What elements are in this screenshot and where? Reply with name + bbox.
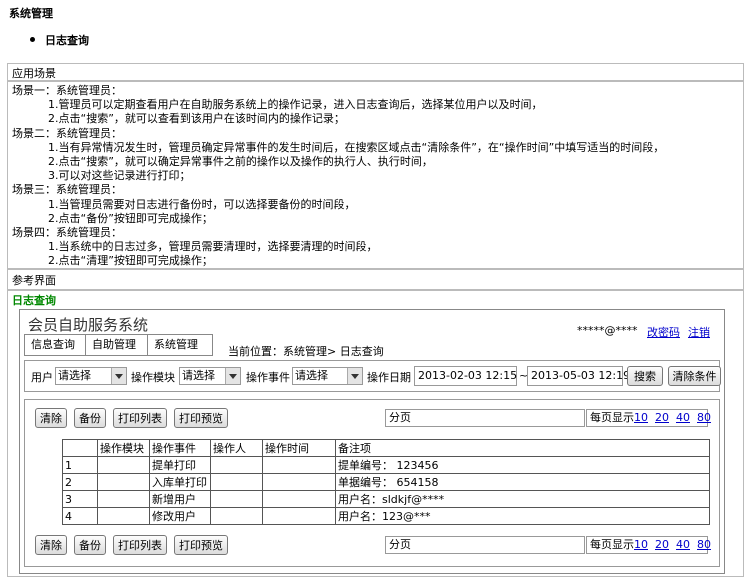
- per-page-20[interactable]: 20: [655, 411, 669, 424]
- tab-info-query[interactable]: 信息查询: [27, 335, 79, 355]
- table-cell: 新增用户: [149, 490, 211, 508]
- user-select-value: 请选择: [58, 369, 91, 382]
- table-cell: [262, 490, 336, 508]
- table-cell: [262, 456, 336, 474]
- header-cell: [62, 439, 98, 457]
- header-cell: 操作时间: [262, 439, 336, 457]
- module-select[interactable]: 请选择: [179, 367, 241, 385]
- table-row[interactable]: 4 修改用户 用户名：123@***: [62, 507, 710, 525]
- print-preview-button-bottom[interactable]: 打印预览: [174, 535, 228, 555]
- clear-button-bottom[interactable]: 清除: [35, 535, 67, 555]
- backup-button-bottom[interactable]: 备份: [74, 535, 106, 555]
- table-cell: 3: [62, 490, 98, 508]
- tab-divider: [147, 335, 148, 355]
- section-title: 系统管理: [9, 7, 53, 20]
- backup-button[interactable]: 备份: [74, 408, 106, 428]
- table-row[interactable]: 1 提单打印 提单编号： 123456: [62, 456, 710, 474]
- change-password-link[interactable]: 改密码: [647, 324, 680, 340]
- table-cell: [262, 507, 336, 525]
- per-page-20[interactable]: 20: [655, 538, 669, 551]
- list-area: 清除 备份 打印列表 打印预览 分页 每页显示10 20 40 80 操作模块 …: [24, 399, 720, 567]
- nav-tabs: 信息查询 自助管理 系统管理: [24, 334, 213, 356]
- module-label: 操作模块: [131, 371, 175, 384]
- per-page-box: 每页显示10 20 40 80: [586, 409, 711, 427]
- paging-box-bottom: 分页: [385, 536, 585, 554]
- log-table: 操作模块 操作事件 操作人 操作时间 备注项 1 提单打印 提单编号： 123456…: [62, 439, 710, 525]
- table-cell: 入库单打印: [149, 473, 211, 491]
- ref-header-box: 参考界面: [7, 268, 744, 291]
- ref-header: 参考界面: [12, 274, 56, 287]
- event-select[interactable]: 请选择: [292, 367, 363, 385]
- table-cell: 用户名：123@***: [335, 507, 710, 525]
- header-cell: 备注项: [335, 439, 710, 457]
- app-title: 会员自助服务系统: [28, 316, 149, 334]
- table-cell: [97, 456, 150, 474]
- table-cell: [210, 473, 263, 491]
- per-page-label: 每页显示: [590, 411, 634, 424]
- chevron-down-icon: [111, 368, 126, 384]
- clear-conditions-button[interactable]: 清除条件: [668, 366, 721, 386]
- table-cell: [97, 473, 150, 491]
- bullet-item: 日志查询: [45, 34, 89, 47]
- search-button[interactable]: 搜索: [627, 366, 663, 386]
- per-page-box-bottom: 每页显示10 20 40 80: [586, 536, 711, 554]
- filter-bar: 用户 请选择 操作模块 请选择 操作事件 请选择 操作日期 2013-02-03…: [24, 360, 721, 392]
- table-cell: 4: [62, 507, 98, 525]
- print-list-button[interactable]: 打印列表: [113, 408, 167, 428]
- table-header-row: 操作模块 操作事件 操作人 操作时间 备注项: [62, 439, 710, 457]
- table-cell: [210, 490, 263, 508]
- table-cell: 提单编号： 123456: [335, 456, 710, 474]
- table-cell: 2: [62, 473, 98, 491]
- header-cell: 操作人: [210, 439, 263, 457]
- chevron-down-icon: [347, 368, 362, 384]
- tab-divider: [85, 335, 86, 355]
- app-window: 会员自助服务系统 *****@**** 改密码 注销 信息查询 自助管理 系统管…: [19, 309, 725, 574]
- scenario-line: 2.点击“清理”按钮即可完成操作；: [48, 254, 213, 268]
- logout-link[interactable]: 注销: [688, 324, 710, 340]
- per-page-10[interactable]: 10: [634, 538, 648, 551]
- per-page-80[interactable]: 80: [697, 411, 711, 424]
- per-page-80[interactable]: 80: [697, 538, 711, 551]
- green-title: 日志查询: [12, 294, 56, 307]
- chevron-down-icon: [225, 368, 240, 384]
- date-to-input[interactable]: 2013-05-03 12:19: [527, 366, 630, 386]
- table-cell: [210, 507, 263, 525]
- table-cell: 1: [62, 456, 98, 474]
- print-list-button-bottom[interactable]: 打印列表: [113, 535, 167, 555]
- table-cell: 提单打印: [149, 456, 211, 474]
- paging-box: 分页: [385, 409, 585, 427]
- tab-system-manage[interactable]: 系统管理: [150, 335, 202, 355]
- per-page-10[interactable]: 10: [634, 411, 648, 424]
- table-cell: 修改用户: [149, 507, 211, 525]
- table-row[interactable]: 3 新增用户 用户名：sldkjf@****: [62, 490, 710, 508]
- per-page-40[interactable]: 40: [676, 538, 690, 551]
- date-label: 操作日期: [367, 371, 411, 384]
- event-select-value: 请选择: [295, 369, 328, 382]
- table-row[interactable]: 2 入库单打印 单据编号： 654158: [62, 473, 710, 491]
- table-cell: [97, 490, 150, 508]
- header-cell: 操作事件: [149, 439, 211, 457]
- per-page-40[interactable]: 40: [676, 411, 690, 424]
- user-label: 用户: [31, 371, 53, 384]
- table-cell: [97, 507, 150, 525]
- scenario-header: 应用场景: [12, 67, 56, 80]
- table-cell: [210, 456, 263, 474]
- breadcrumb: 当前位置：系统管理> 日志查询: [228, 345, 384, 358]
- table-cell: 用户名：sldkjf@****: [335, 490, 710, 508]
- module-select-value: 请选择: [182, 369, 215, 382]
- per-page-label: 每页显示: [590, 538, 634, 551]
- print-preview-button[interactable]: 打印预览: [174, 408, 228, 428]
- event-label: 操作事件: [246, 371, 290, 384]
- clear-button[interactable]: 清除: [35, 408, 67, 428]
- tab-self-manage[interactable]: 自助管理: [88, 335, 140, 355]
- date-from-input[interactable]: 2013-02-03 12:15: [414, 366, 517, 386]
- bullet-icon: [30, 37, 35, 42]
- table-cell: [262, 473, 336, 491]
- table-cell: 单据编号： 654158: [335, 473, 710, 491]
- header-cell: 操作模块: [97, 439, 150, 457]
- user-name: *****@****: [577, 324, 638, 337]
- user-select[interactable]: 请选择: [55, 367, 127, 385]
